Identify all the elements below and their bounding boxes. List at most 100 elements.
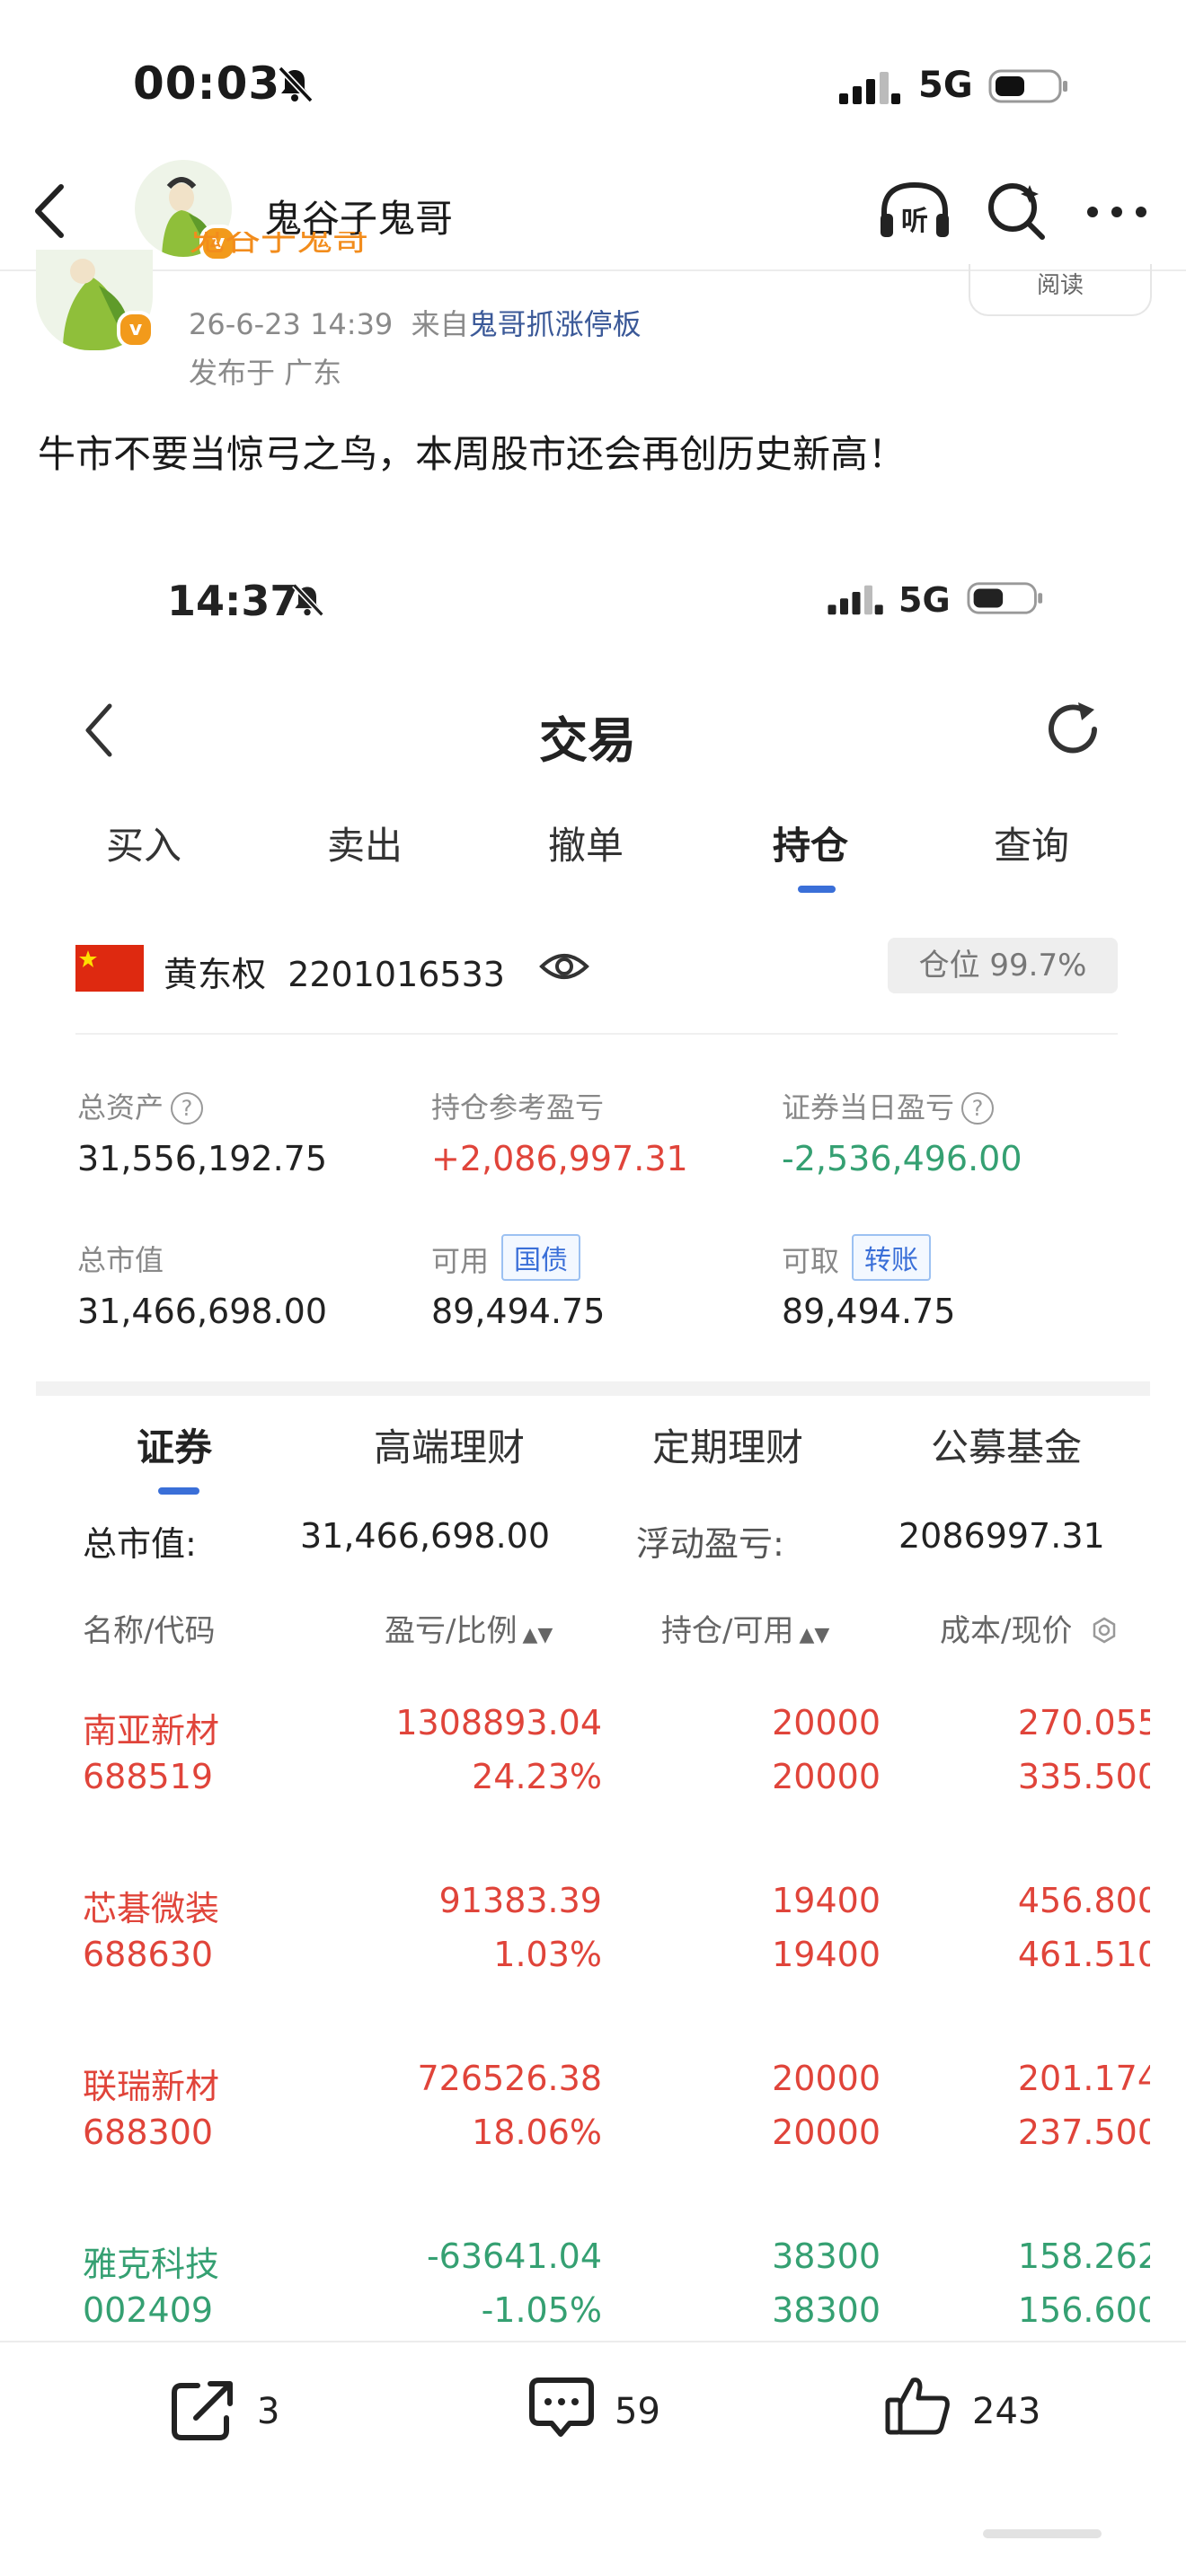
comment-count: 59: [615, 2391, 660, 2432]
active-subtab-indicator: [158, 1487, 199, 1495]
tab-query[interactable]: 查询: [994, 816, 1069, 870]
tab-holdings[interactable]: 持仓: [773, 816, 848, 870]
tab-buy[interactable]: 买入: [106, 816, 181, 870]
stock-price: 156.600: [1017, 2290, 1150, 2330]
bond-tag-button[interactable]: 国债: [501, 1234, 581, 1281]
network-type: 5G: [918, 65, 973, 106]
sort-icon[interactable]: ▲▼: [522, 1624, 553, 1646]
help-icon[interactable]: ?: [961, 1092, 995, 1125]
search-icon[interactable]: [985, 180, 1048, 243]
post-source-link[interactable]: 鬼哥抓涨停板: [469, 307, 642, 341]
svg-text:听: 听: [901, 206, 928, 237]
withdrawable-label: 可取 转账: [782, 1234, 932, 1281]
daily-pnl-label: 证券当日盈亏?: [782, 1085, 995, 1126]
bottom-divider: [0, 2341, 1186, 2342]
embedded-network-type: 5G: [898, 580, 951, 620]
post-text: 牛市不要当惊弓之鸟，本周股市还会再创历史新高！: [38, 432, 907, 476]
post-location: 发布于 广东: [189, 356, 342, 390]
stock-price: 237.500: [1017, 2113, 1150, 2152]
active-tab-indicator: [798, 886, 836, 893]
withdrawable-value: 89,494.75: [782, 1292, 956, 1331]
header-cost-price: 成本/现价: [940, 1613, 1071, 1649]
battery-icon: [967, 582, 1043, 614]
stock-ratio: 18.06%: [472, 2113, 602, 2152]
section-divider: [36, 1381, 1150, 1396]
status-time: 00:03: [133, 57, 281, 110]
stock-available: 38300: [772, 2290, 881, 2330]
share-icon[interactable]: [169, 2378, 239, 2443]
help-icon[interactable]: ?: [171, 1092, 204, 1125]
stock-code: 688300: [83, 2113, 214, 2152]
post-author-name-cut[interactable]: 鬼谷子鬼哥: [189, 232, 530, 268]
post-meta: 26-6-23 14:39 来自鬼哥抓涨停板: [189, 302, 642, 343]
post-date: 26-6-23 14:39: [189, 307, 394, 341]
holding-pnl-value: +2,086,997.31: [431, 1139, 688, 1178]
eye-icon[interactable]: [539, 948, 589, 984]
more-dots-icon[interactable]: [1084, 203, 1150, 221]
back-arrow-icon[interactable]: [81, 699, 117, 762]
stock-name: 芯碁微装: [83, 1889, 220, 1928]
header-pnl-ratio[interactable]: 盈亏/比例 ▲▼: [385, 1606, 553, 1650]
stock-name: 联瑞新材: [83, 2067, 220, 2106]
totals-float-label: 浮动盈亏:: [636, 1524, 784, 1564]
mute-bell-icon: [278, 66, 314, 103]
refresh-icon[interactable]: [1042, 699, 1103, 760]
settings-gear-icon[interactable]: [1091, 1617, 1118, 1644]
back-arrow-icon[interactable]: [27, 180, 72, 243]
tab-cancel-order[interactable]: 撤单: [548, 816, 624, 870]
account-info: 黄东权 2201016533: [164, 947, 505, 996]
comment-icon[interactable]: [527, 2375, 597, 2439]
stock-pnl: 726526.38: [417, 2059, 603, 2098]
totals-mv-value: 31,466,698.00: [300, 1516, 551, 1556]
post-from: 来自: [411, 307, 469, 341]
stock-ratio: 1.03%: [493, 1935, 602, 1974]
china-flag-icon: [75, 945, 144, 992]
stock-name: 雅克科技: [83, 2245, 220, 2284]
stock-name: 南亚新材: [83, 1711, 220, 1751]
available-label: 可用 国债: [431, 1234, 581, 1281]
header-position-available[interactable]: 持仓/可用 ▲▼: [661, 1606, 829, 1650]
totals-mv-label: 总市值:: [83, 1524, 197, 1564]
subtab-securities[interactable]: 证券: [137, 1417, 212, 1472]
stock-cost: 456.800: [1017, 1881, 1150, 1920]
read-count-box: 阅读: [969, 264, 1152, 316]
subtab-public-funds[interactable]: 公募基金: [931, 1417, 1082, 1472]
available-value: 89,494.75: [431, 1292, 606, 1331]
listen-headphone-icon[interactable]: 听: [877, 178, 952, 243]
stock-code: 688519: [83, 1757, 214, 1796]
sort-icon[interactable]: ▲▼: [799, 1624, 829, 1646]
stock-position: 20000: [772, 2059, 881, 2098]
stock-available: 19400: [772, 1935, 881, 1974]
home-indicator: [983, 2529, 1102, 2538]
stock-ratio: 24.23%: [472, 1757, 602, 1796]
stock-pnl: 1308893.04: [395, 1703, 602, 1742]
embedded-screenshot[interactable]: 14:37 5G 交易 买入 卖出 撤单 持仓 查询 黄东权 220101653…: [36, 539, 1150, 2335]
like-thumb-icon[interactable]: [884, 2373, 954, 2438]
stock-code: 002409: [83, 2290, 214, 2330]
stock-cost: 158.262: [1017, 2236, 1150, 2276]
embedded-status-time: 14:37: [167, 577, 299, 625]
battery-icon: [988, 69, 1067, 103]
stock-pnl: -63641.04: [426, 2236, 602, 2276]
stock-ratio: -1.05%: [481, 2290, 602, 2330]
transfer-tag-button[interactable]: 转账: [852, 1234, 932, 1281]
stock-available: 20000: [772, 1757, 881, 1796]
daily-pnl-value: -2,536,496.00: [782, 1139, 1022, 1178]
stock-position: 38300: [772, 2236, 881, 2276]
divider: [75, 1033, 1118, 1035]
account-name: 黄东权: [164, 955, 267, 994]
account-number: 2201016533: [288, 955, 505, 994]
stock-price: 461.510: [1017, 1935, 1150, 1974]
subtab-fixed-wealth[interactable]: 定期理财: [652, 1417, 803, 1472]
signal-icon: [828, 585, 883, 615]
subtab-premium-wealth[interactable]: 高端理财: [374, 1417, 525, 1472]
tab-sell[interactable]: 卖出: [327, 816, 403, 870]
totals-float-value: 2086997.31: [898, 1516, 1105, 1556]
signal-icon: [839, 72, 900, 104]
stock-price: 335.500: [1017, 1757, 1150, 1796]
market-value-label: 总市值: [77, 1243, 164, 1277]
stock-code: 688630: [83, 1935, 214, 1974]
like-count: 243: [972, 2391, 1041, 2432]
position-ratio-badge: 仓位 99.7%: [888, 938, 1118, 993]
verified-badge-icon: v: [117, 311, 155, 348]
